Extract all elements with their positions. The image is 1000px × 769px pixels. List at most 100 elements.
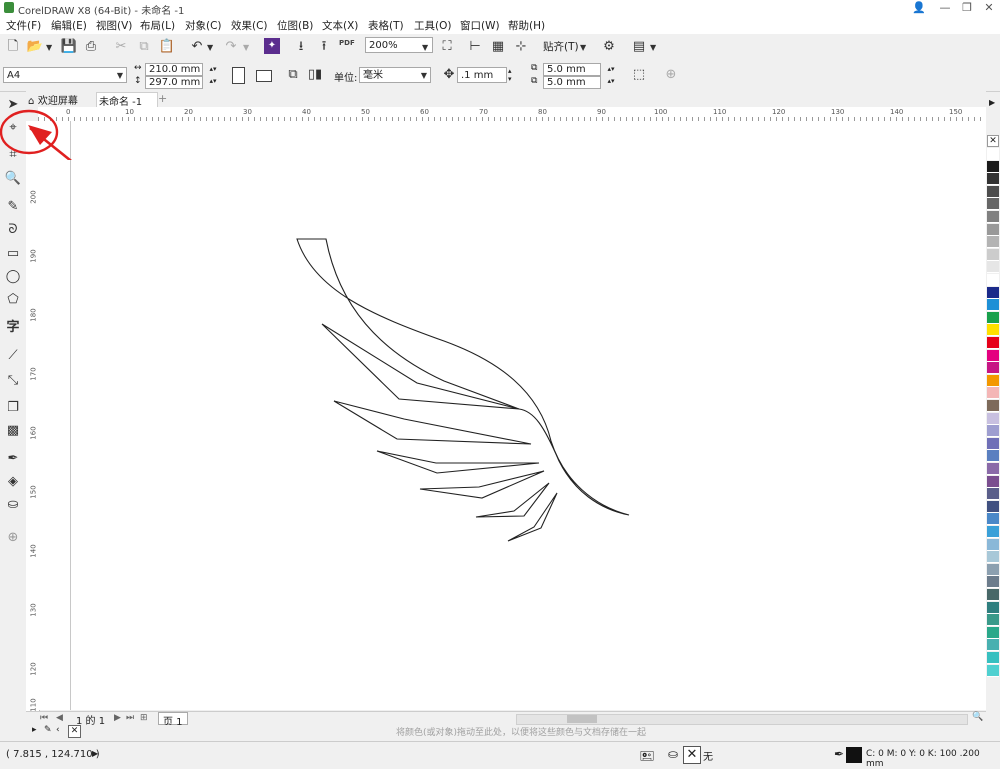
palette-swatch[interactable] bbox=[987, 211, 999, 223]
menu-bitmap[interactable]: 位图(B) bbox=[277, 18, 313, 33]
palette-swatch[interactable] bbox=[987, 185, 999, 198]
show-grid-icon[interactable]: ▦ bbox=[489, 38, 507, 56]
no-color-swatch[interactable]: ✕ bbox=[987, 135, 999, 147]
launcher-dropdown-icon[interactable]: ▼ bbox=[650, 43, 656, 52]
treat-as-filled-icon[interactable]: ⬚ bbox=[630, 66, 648, 84]
palette-swatch[interactable] bbox=[987, 500, 999, 513]
page-size-stepper[interactable]: ▴▾ ▴▾ bbox=[204, 63, 222, 89]
quick-customize-tools-icon[interactable]: ⊕ bbox=[4, 529, 22, 547]
menu-effects[interactable]: 效果(C) bbox=[231, 18, 268, 33]
horizontal-scrollbar[interactable] bbox=[516, 714, 968, 725]
interactive-fill-icon[interactable]: ◈ bbox=[4, 473, 22, 491]
duplicate-y-field[interactable]: 5.0 mm bbox=[543, 76, 601, 89]
palette-swatch[interactable] bbox=[987, 437, 999, 450]
palette-swatch[interactable] bbox=[987, 576, 999, 589]
palette-swatch[interactable] bbox=[987, 374, 999, 387]
freehand-tool-icon[interactable]: ✎ bbox=[4, 198, 22, 216]
show-guidelines-icon[interactable]: ⊹ bbox=[512, 38, 530, 56]
outline-pen-icon[interactable]: ✒ bbox=[834, 747, 844, 761]
vertical-ruler[interactable]: 200 190 180 170 160 150 140 130 120 110 bbox=[26, 121, 40, 712]
units-select[interactable]: 毫米 ▼ bbox=[359, 67, 431, 83]
search-content-icon[interactable]: ✦ bbox=[264, 38, 280, 54]
last-page-icon[interactable]: ⏭ bbox=[126, 713, 134, 723]
palette-swatch[interactable] bbox=[987, 425, 999, 438]
color-proofing-icon[interactable]: 🖭 bbox=[640, 747, 654, 768]
palette-swatch[interactable] bbox=[987, 148, 999, 160]
publish-pdf-icon[interactable]: PDF bbox=[339, 39, 355, 47]
palette-swatch[interactable] bbox=[987, 274, 999, 286]
palette-swatch[interactable] bbox=[987, 198, 999, 211]
show-rulers-icon[interactable]: ⊢ bbox=[466, 38, 484, 56]
horizontal-scroll-thumb[interactable] bbox=[567, 715, 597, 723]
drop-shadow-icon[interactable]: ❐ bbox=[4, 399, 22, 417]
menu-window[interactable]: 窗口(W) bbox=[460, 18, 500, 33]
palette-swatch[interactable] bbox=[987, 488, 999, 501]
palette-options-icon[interactable]: ‹ bbox=[56, 725, 60, 735]
smart-fill-icon[interactable]: ⛀ bbox=[4, 496, 22, 514]
palette-swatch[interactable] bbox=[987, 349, 999, 362]
close-button[interactable]: ✕ bbox=[978, 0, 1000, 16]
palette-swatch[interactable] bbox=[987, 538, 999, 551]
palette-swatch[interactable] bbox=[987, 589, 999, 601]
palette-swatch[interactable] bbox=[987, 286, 999, 299]
palette-swatch[interactable] bbox=[987, 626, 999, 639]
nudge-stepper[interactable]: ▴ ▾ bbox=[508, 67, 512, 83]
full-screen-icon[interactable]: ⛶ bbox=[438, 38, 456, 56]
minimize-button[interactable]: — bbox=[934, 0, 956, 16]
restore-button[interactable]: ❐ bbox=[956, 0, 978, 16]
duplicate-x-field[interactable]: 5.0 mm bbox=[543, 63, 601, 76]
transparency-tool-icon[interactable]: ▩ bbox=[4, 422, 22, 440]
add-page-icon[interactable]: ⊞ bbox=[140, 713, 148, 723]
redo-dropdown-icon[interactable]: ▼ bbox=[243, 43, 249, 52]
portrait-icon[interactable] bbox=[232, 67, 245, 84]
duplicate-stepper[interactable]: ▴▾ ▴▾ bbox=[603, 63, 619, 89]
zoom-to-page-icon[interactable]: 🔍 bbox=[972, 712, 983, 722]
palette-play-icon[interactable]: ▸ bbox=[32, 725, 37, 735]
palette-swatch[interactable] bbox=[987, 400, 999, 412]
menu-tools[interactable]: 工具(O) bbox=[414, 18, 451, 33]
color-eyedropper-icon[interactable]: ✒ bbox=[4, 450, 22, 468]
palette-swatch[interactable] bbox=[987, 664, 999, 677]
undo-dropdown-icon[interactable]: ▼ bbox=[207, 43, 213, 52]
palette-swatch[interactable] bbox=[987, 652, 999, 664]
palette-swatch[interactable] bbox=[987, 387, 999, 400]
palette-swatch[interactable] bbox=[987, 236, 999, 249]
options-gear-icon[interactable]: ⚙ bbox=[600, 38, 618, 56]
fill-bucket-icon[interactable]: ⛀ bbox=[668, 747, 678, 761]
landscape-icon[interactable] bbox=[256, 70, 272, 82]
no-fill-icon[interactable]: ✕ bbox=[683, 746, 701, 764]
menu-table[interactable]: 表格(T) bbox=[368, 18, 404, 33]
status-play-icon[interactable]: ▶ bbox=[92, 749, 98, 758]
palette-swatch[interactable] bbox=[987, 248, 999, 261]
palette-scroll-up-icon[interactable]: ▶ bbox=[989, 98, 995, 107]
palette-swatch[interactable] bbox=[987, 463, 999, 475]
zoom-dropdown-icon[interactable]: ▼ bbox=[422, 43, 428, 52]
first-page-icon[interactable]: ⏮ bbox=[40, 713, 48, 723]
parallel-dimension-icon[interactable]: ⟋ bbox=[4, 347, 22, 365]
snap-dropdown-icon[interactable]: ▼ bbox=[580, 43, 586, 52]
zoom-tool-icon[interactable]: 🔍 bbox=[4, 170, 22, 188]
snap-to-menu[interactable]: 贴齐(T) bbox=[543, 39, 579, 54]
ellipse-tool-icon[interactable]: ◯ bbox=[4, 268, 22, 286]
no-color-icon[interactable]: ✕ bbox=[68, 725, 81, 738]
menu-help[interactable]: 帮助(H) bbox=[508, 18, 545, 33]
palette-swatch[interactable] bbox=[987, 223, 999, 236]
connector-tool-icon[interactable]: ⤡ bbox=[4, 372, 22, 390]
outline-color-swatch[interactable] bbox=[846, 747, 862, 763]
nudge-distance-field[interactable]: .1 mm bbox=[457, 67, 507, 83]
palette-swatch[interactable] bbox=[987, 551, 999, 564]
palette-swatch[interactable] bbox=[987, 639, 999, 652]
wing-drawing[interactable] bbox=[39, 121, 986, 710]
page-tab[interactable]: 页 1 bbox=[158, 712, 188, 728]
palette-swatch[interactable] bbox=[987, 324, 999, 337]
palette-swatch[interactable] bbox=[987, 173, 999, 186]
palette-swatch[interactable] bbox=[987, 601, 999, 614]
all-pages-icon[interactable]: ⧉ bbox=[284, 66, 302, 84]
palette-swatch[interactable] bbox=[987, 563, 999, 576]
palette-swatch[interactable] bbox=[987, 362, 999, 375]
palette-swatch[interactable] bbox=[987, 614, 999, 627]
next-page-icon[interactable]: ▶ bbox=[114, 713, 121, 723]
user-icon[interactable]: 👤 bbox=[908, 0, 930, 16]
eyedropper-small-icon[interactable]: ✎ bbox=[44, 725, 52, 735]
palette-swatch[interactable] bbox=[987, 450, 999, 463]
